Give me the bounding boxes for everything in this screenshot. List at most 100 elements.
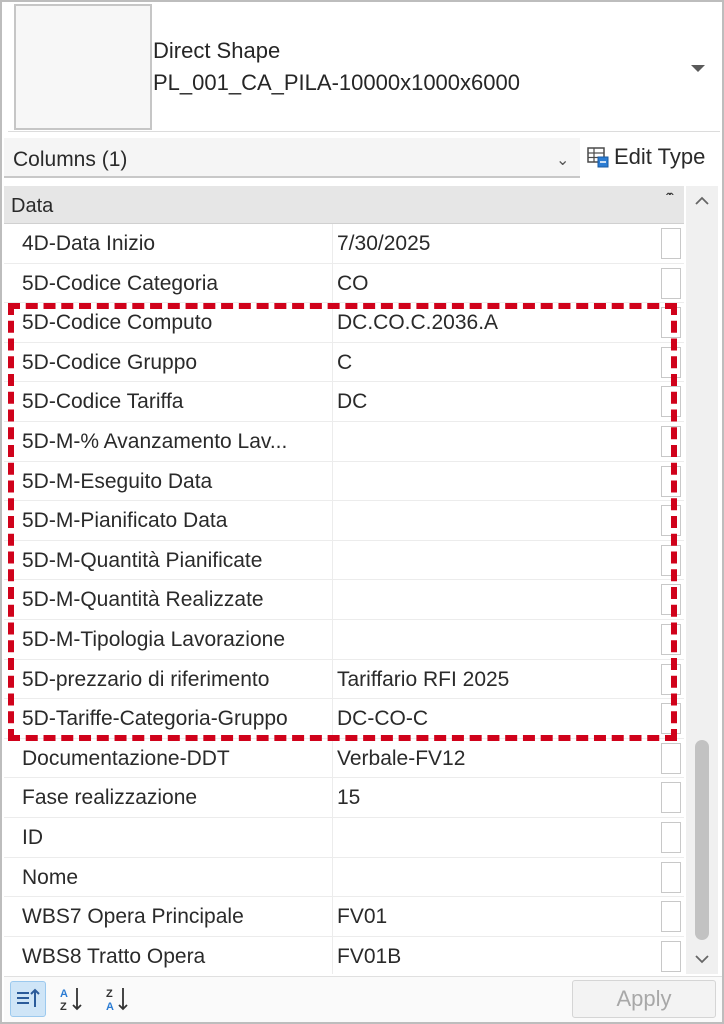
property-edit-button[interactable]	[661, 901, 681, 933]
property-name: 5D-M-Eseguito Data	[22, 469, 213, 493]
property-name: WBS7 Opera Principale	[22, 905, 244, 929]
property-name: WBS8 Tratto Opera	[22, 944, 206, 968]
property-value[interactable]	[337, 541, 657, 580]
property-name: 5D-Codice Categoria	[22, 271, 219, 295]
property-value[interactable]: C	[337, 343, 657, 382]
property-edit-button[interactable]	[661, 386, 681, 418]
svg-text:Z: Z	[106, 988, 113, 1000]
property-row[interactable]: Fase realizzazione 15	[4, 778, 684, 818]
svg-text:Z: Z	[60, 1001, 67, 1013]
property-edit-button[interactable]	[661, 544, 681, 576]
property-name: 5D-M-Tipologia Lavorazione	[22, 627, 286, 651]
type-selector[interactable]: Direct Shape PL_001_CA_PILA-10000x1000x6…	[8, 2, 720, 132]
property-edit-button[interactable]	[661, 505, 681, 537]
sort-az-button[interactable]: A Z	[54, 981, 90, 1017]
properties-palette: Direct Shape PL_001_CA_PILA-10000x1000x6…	[0, 0, 724, 1024]
property-row[interactable]: 5D-Codice Gruppo C	[4, 342, 684, 383]
element-filter-dropdown[interactable]: Columns (1) ⌄	[4, 138, 580, 178]
property-edit-button[interactable]	[661, 623, 681, 655]
property-edit-button[interactable]	[661, 742, 681, 774]
property-value[interactable]: DC.CO.C.2036.A	[337, 303, 657, 342]
edit-type-button[interactable]: Edit Type	[586, 140, 705, 174]
property-row[interactable]: 4D-Data Inizio 7/30/2025	[4, 224, 684, 264]
type-dropdown-arrow-icon[interactable]	[686, 58, 710, 78]
property-name: Documentazione-DDT	[22, 746, 230, 770]
property-name: 4D-Data Inizio	[22, 232, 156, 255]
property-value[interactable]	[337, 858, 657, 897]
chevron-down-icon: ⌄	[556, 152, 570, 169]
property-row[interactable]: 5D-M-Tipologia Lavorazione	[4, 619, 684, 660]
property-name: 5D-Codice Gruppo	[22, 350, 198, 374]
property-value[interactable]	[337, 501, 657, 540]
property-edit-button[interactable]	[661, 346, 681, 378]
property-value[interactable]	[337, 422, 657, 461]
property-row[interactable]: 5D-M-Quantità Realizzate	[4, 580, 684, 620]
property-row[interactable]: 5D-Codice Computo DC.CO.C.2036.A	[4, 303, 684, 343]
properties-grid: Data ˆˆ 4D-Data Inizio 7/30/2025 5D-Codic…	[4, 186, 684, 974]
property-value[interactable]: DC-CO-C	[337, 699, 657, 738]
property-row[interactable]: 5D-Codice Categoria CO	[4, 263, 684, 304]
property-value[interactable]	[337, 462, 657, 501]
property-edit-button[interactable]	[661, 940, 681, 972]
edit-type-icon	[587, 147, 609, 168]
property-value[interactable]: Tariffario RFI 2025	[337, 660, 657, 699]
property-row[interactable]: Documentazione-DDT Verbale-FV12	[4, 738, 684, 779]
property-name: 5D-M-Quantità Realizzate	[22, 588, 264, 612]
property-value[interactable]: FV01B	[337, 937, 657, 974]
property-value[interactable]: FV01	[337, 897, 657, 936]
property-name: 5D-M-Pianificato Data	[22, 509, 228, 533]
property-value[interactable]	[337, 620, 657, 659]
property-value[interactable]	[337, 580, 657, 619]
scroll-up-icon[interactable]	[686, 186, 718, 216]
property-row[interactable]: WBS7 Opera Principale FV01	[4, 897, 684, 937]
scrollbar-thumb[interactable]	[695, 740, 709, 940]
property-row[interactable]: 5D-M-Pianificato Data	[4, 501, 684, 541]
property-name: 5D-Codice Computo	[22, 311, 213, 335]
property-name: ID	[22, 825, 43, 849]
family-name: Direct Shape	[153, 38, 281, 63]
property-value[interactable]: DC	[337, 382, 657, 421]
property-value[interactable]: 15	[337, 778, 657, 817]
property-row[interactable]: 5D-Codice Tariffa DC	[4, 382, 684, 422]
scroll-down-icon[interactable]	[686, 944, 718, 974]
categorized-sort-icon	[17, 988, 40, 1007]
filter-row: Columns (1) ⌄ Edit Type	[4, 134, 722, 180]
property-edit-button[interactable]	[661, 465, 681, 497]
property-edit-button[interactable]	[661, 584, 681, 616]
property-row[interactable]: 5D-Tariffe-Categoria-Gruppo DC-CO-C	[4, 699, 684, 739]
property-edit-button[interactable]	[661, 703, 681, 735]
property-row[interactable]: WBS8 Tratto Opera FV01B	[4, 936, 684, 974]
collapse-group-icon[interactable]: ˆˆ	[666, 190, 673, 206]
sort-az-icon: A Z	[60, 988, 82, 1013]
sort-za-button[interactable]: Z A	[100, 981, 136, 1017]
property-value[interactable]: Verbale-FV12	[337, 739, 657, 778]
vertical-scrollbar[interactable]	[686, 186, 718, 974]
property-name: Nome	[22, 865, 79, 889]
property-name: 5D-M-% Avanzamento Lav...	[22, 429, 288, 453]
property-value[interactable]: CO	[337, 264, 657, 303]
property-edit-button[interactable]	[661, 307, 681, 339]
property-edit-button[interactable]	[661, 425, 681, 457]
edit-type-label: Edit Type	[614, 144, 706, 169]
property-name: Fase realizzazione	[22, 786, 198, 810]
property-row[interactable]: ID	[4, 817, 684, 858]
property-edit-button[interactable]	[661, 821, 681, 853]
bottom-toolbar: A Z Z A Apply	[4, 976, 722, 1022]
type-preview-thumbnail	[14, 4, 152, 130]
property-row[interactable]: 5D-M-Quantità Pianificate	[4, 540, 684, 581]
property-value[interactable]	[337, 818, 657, 857]
property-edit-button[interactable]	[661, 228, 681, 259]
property-row[interactable]: 5D-prezzario di riferimento Tariffario RF…	[4, 659, 684, 700]
property-row[interactable]: Nome	[4, 857, 684, 898]
sort-za-icon: Z A	[106, 988, 128, 1013]
categorized-sort-button[interactable]	[10, 981, 46, 1017]
property-edit-button[interactable]	[661, 782, 681, 814]
property-value[interactable]: 7/30/2025	[337, 224, 657, 263]
property-edit-button[interactable]	[661, 267, 681, 299]
property-edit-button[interactable]	[661, 663, 681, 695]
group-header-data[interactable]: Data ˆˆ	[4, 186, 684, 224]
property-row[interactable]: 5D-M-% Avanzamento Lav...	[4, 421, 684, 462]
property-edit-button[interactable]	[661, 861, 681, 893]
apply-button[interactable]: Apply	[572, 980, 716, 1018]
property-row[interactable]: 5D-M-Eseguito Data	[4, 461, 684, 502]
